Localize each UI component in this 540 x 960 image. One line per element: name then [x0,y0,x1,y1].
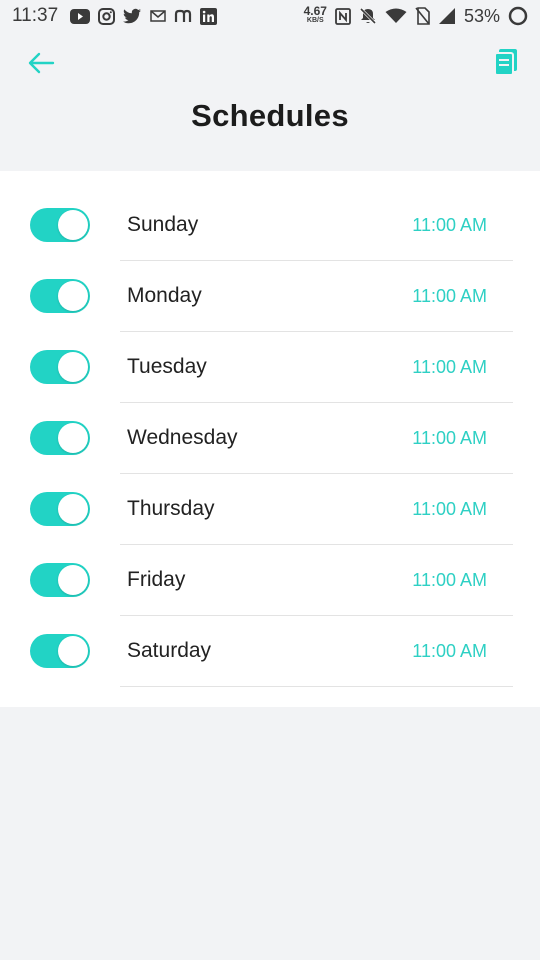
status-time: 11:37 [12,5,59,26]
schedule-toggle[interactable] [30,563,90,597]
schedule-time[interactable]: 11:00 AM [412,428,487,449]
mail-icon [150,10,166,22]
document-icon [493,48,519,81]
schedule-toggle[interactable] [30,279,90,313]
nfc-icon [335,7,351,25]
schedule-day: Friday [127,568,186,591]
schedule-toggle[interactable] [30,208,90,242]
schedule-toggle[interactable] [30,350,90,384]
mute-icon [359,7,377,25]
network-speed: 4.67 KB/S [303,4,327,25]
schedule-time[interactable]: 11:00 AM [412,499,487,520]
n-icon [174,9,192,23]
schedule-time[interactable]: 11:00 AM [412,215,487,236]
network-speed-value: 4.67 [303,4,327,18]
toggle-knob [58,565,88,595]
back-arrow-icon [27,51,55,80]
linkedin-icon [200,7,218,25]
toggle-knob [58,352,88,382]
back-button[interactable] [24,48,58,82]
schedule-day: Thursday [127,497,215,520]
schedule-time[interactable]: 11:00 AM [412,286,487,307]
header: Schedules [0,32,540,171]
youtube-icon [70,8,91,24]
battery-icon [508,6,528,26]
schedule-time[interactable]: 11:00 AM [412,641,487,662]
schedule-list: Sunday 11:00 AM Monday 11:00 AM Tuesday … [0,171,540,707]
row-divider [120,686,513,687]
toggle-knob [58,494,88,524]
status-bar-right: 4.67 KB/S 53% [303,4,528,27]
schedule-toggle[interactable] [30,634,90,668]
network-speed-unit: KB/S [306,17,324,24]
schedule-time[interactable]: 11:00 AM [412,570,487,591]
signal-icon [438,7,456,25]
schedule-row-wednesday: Wednesday 11:00 AM [0,384,540,474]
schedule-day: Saturday [127,639,212,662]
page-title: Schedules [191,98,349,133]
schedule-row-thursday: Thursday 11:00 AM [0,455,540,545]
schedule-day: Tuesday [127,355,207,378]
documents-button[interactable] [490,48,522,80]
no-sim-icon [415,7,430,25]
toggle-knob [58,423,88,453]
schedule-time[interactable]: 11:00 AM [412,357,487,378]
schedule-day: Wednesday [127,426,238,449]
schedule-row-saturday: Saturday 11:00 AM [0,597,540,687]
schedule-day: Sunday [127,213,199,236]
toggle-knob [58,281,88,311]
twitter-icon [123,8,142,24]
schedule-row-monday: Monday 11:00 AM [0,242,540,332]
toggle-knob [58,636,88,666]
schedule-row-friday: Friday 11:00 AM [0,526,540,616]
schedule-toggle[interactable] [30,492,90,526]
schedule-row-sunday: Sunday 11:00 AM [0,171,540,261]
wifi-icon [385,8,407,24]
battery-percent: 53% [463,5,500,26]
schedule-day: Monday [127,284,202,307]
instagram-icon [98,7,116,25]
schedule-toggle[interactable] [30,421,90,455]
status-bar-left: 11:37 [12,5,218,27]
toggle-knob [58,210,88,240]
schedule-row-tuesday: Tuesday 11:00 AM [0,313,540,403]
status-bar: 11:37 4.67 KB/S 53% [0,0,540,32]
